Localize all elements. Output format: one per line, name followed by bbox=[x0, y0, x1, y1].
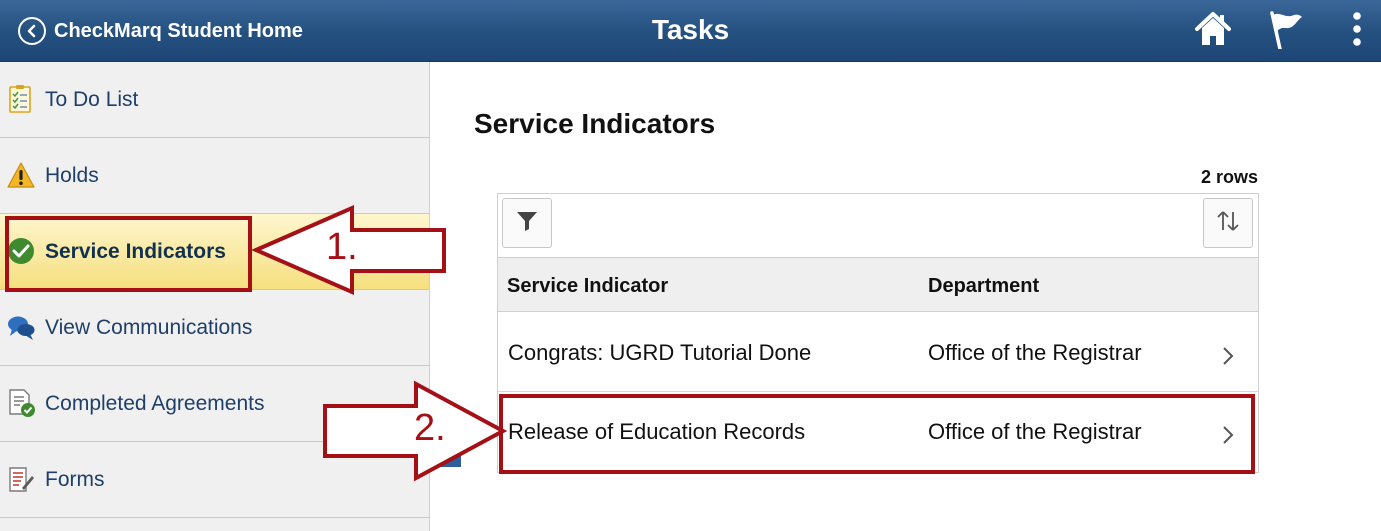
back-button[interactable]: CheckMarq Student Home bbox=[18, 14, 303, 48]
column-header-service-indicator: Service Indicator bbox=[507, 275, 669, 297]
flag-icon[interactable] bbox=[1266, 9, 1306, 54]
sidebar-item-label: To Do List bbox=[45, 87, 139, 111]
sidebar-item-to-do-list[interactable]: To Do List bbox=[0, 62, 429, 138]
sidebar-item-label: Completed Agreements bbox=[45, 391, 265, 415]
home-icon[interactable] bbox=[1193, 9, 1233, 54]
form-icon bbox=[6, 464, 36, 494]
sidebar: To Do List Holds Service Indicators View… bbox=[0, 62, 430, 531]
filter-icon bbox=[515, 209, 539, 238]
chevron-right-icon bbox=[1218, 423, 1238, 447]
back-label: CheckMarq Student Home bbox=[54, 19, 303, 42]
grid-toolbar bbox=[498, 194, 1258, 258]
sidebar-item-holds[interactable]: Holds bbox=[0, 138, 429, 214]
top-bar: CheckMarq Student Home Tasks bbox=[0, 0, 1381, 62]
document-check-icon bbox=[6, 388, 36, 418]
table-row[interactable]: Release of Education Records Office of t… bbox=[498, 392, 1258, 472]
chat-bubbles-icon bbox=[6, 312, 36, 342]
filter-button[interactable] bbox=[502, 198, 552, 248]
check-circle-icon bbox=[6, 236, 36, 266]
sort-icon bbox=[1215, 208, 1241, 239]
sidebar-item-label: Holds bbox=[45, 163, 99, 187]
sort-button[interactable] bbox=[1203, 198, 1253, 248]
sidebar-item-forms[interactable]: Forms bbox=[0, 442, 429, 518]
warning-icon bbox=[6, 160, 36, 190]
service-indicators-grid: Service Indicator Department Congrats: U… bbox=[497, 193, 1259, 473]
indicator-cell: Release of Education Records bbox=[508, 419, 806, 444]
chevron-right-icon bbox=[1218, 344, 1238, 368]
sidebar-item-label: Service Indicators bbox=[45, 239, 226, 263]
department-cell: Office of the Registrar bbox=[928, 419, 1142, 444]
grid-header: Service Indicator Department bbox=[498, 258, 1258, 312]
indicator-cell: Congrats: UGRD Tutorial Done bbox=[508, 340, 812, 365]
column-header-department: Department bbox=[928, 275, 1040, 297]
more-vertical-icon[interactable] bbox=[1345, 10, 1369, 55]
partially-hidden-element bbox=[441, 455, 461, 467]
sidebar-item-label: View Communications bbox=[45, 315, 253, 339]
checklist-icon bbox=[6, 84, 36, 114]
sidebar-item-label: Forms bbox=[45, 467, 105, 491]
table-row[interactable]: Congrats: UGRD Tutorial Done Office of t… bbox=[498, 312, 1258, 392]
department-cell: Office of the Registrar bbox=[928, 340, 1142, 365]
row-count: 2 rows bbox=[1200, 167, 1258, 187]
back-arrow-icon bbox=[18, 17, 46, 45]
sidebar-item-service-indicators[interactable]: Service Indicators bbox=[0, 214, 429, 290]
sidebar-item-view-communications[interactable]: View Communications bbox=[0, 290, 429, 366]
section-title: Service Indicators bbox=[474, 108, 716, 139]
sidebar-item-completed-agreements[interactable]: Completed Agreements bbox=[0, 366, 429, 442]
